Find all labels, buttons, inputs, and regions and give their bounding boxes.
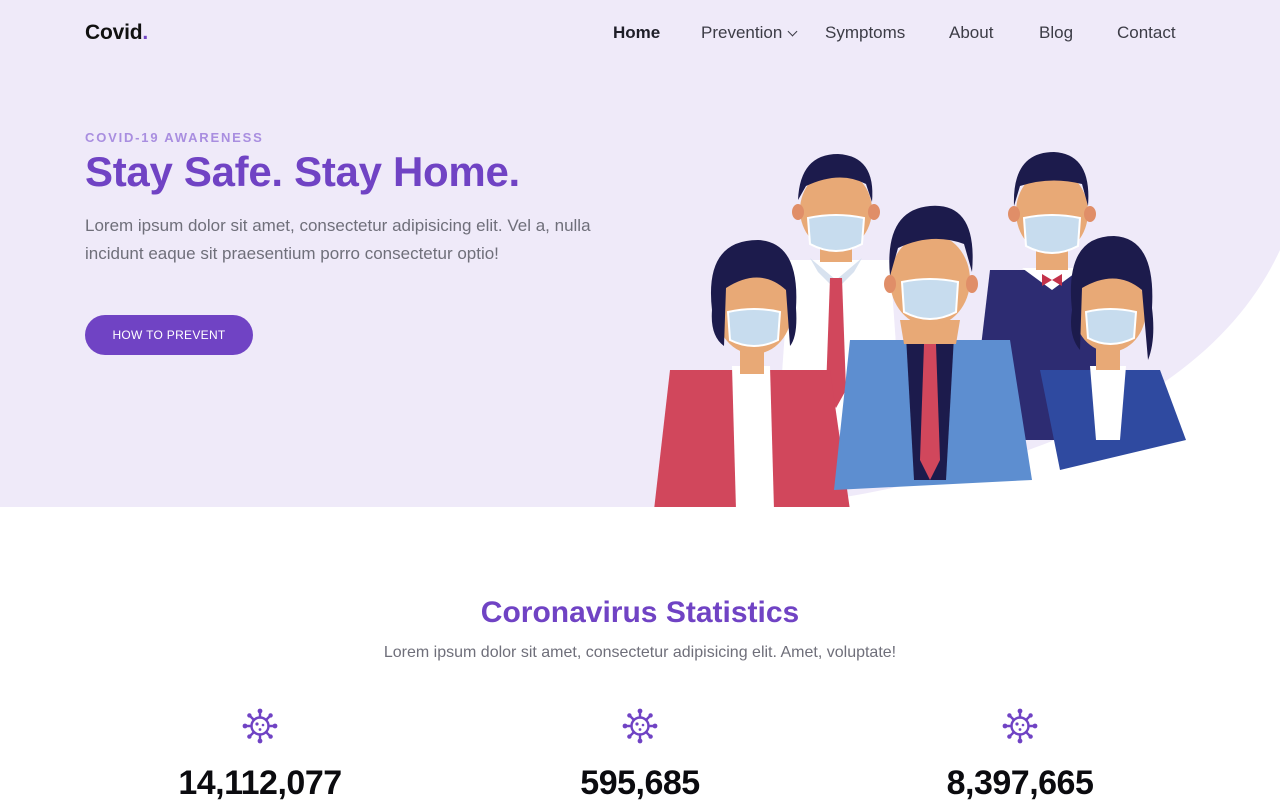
- hero-title: Stay Safe. Stay Home.: [85, 148, 520, 195]
- virus-icon: [622, 708, 658, 744]
- nav-about[interactable]: About: [949, 23, 993, 43]
- stat-card: 14,112,077: [110, 708, 410, 803]
- stat-card: 8,397,665: [870, 708, 1170, 803]
- brand-logo[interactable]: Covid.: [85, 21, 148, 45]
- virus-icon: [242, 708, 278, 744]
- person-center: [834, 205, 1032, 490]
- nav-symptoms[interactable]: Symptoms: [825, 23, 905, 43]
- hero-section: Covid. Home Prevention Symptoms About Bl…: [0, 0, 1280, 507]
- people-wearing-masks-illustration: [654, 152, 1186, 507]
- stats-title: Coronavirus Statistics: [480, 596, 800, 629]
- stat-card: 595,685: [490, 708, 790, 803]
- navbar: Covid. Home Prevention Symptoms About Bl…: [0, 0, 1280, 68]
- hero-lead: Lorem ipsum dolor sit amet, consectetur …: [85, 216, 591, 263]
- brand-name: Covid: [85, 21, 143, 44]
- nav-home[interactable]: Home: [613, 23, 660, 43]
- stats-subtitle: Lorem ipsum dolor sit amet, consectetur …: [383, 644, 897, 661]
- brand-dot: .: [142, 21, 148, 44]
- hero-eyebrow: COVID-19 AWARENESS: [85, 130, 264, 145]
- nav-blog[interactable]: Blog: [1039, 23, 1073, 43]
- chevron-down-icon: [787, 26, 798, 37]
- virus-icon: [1002, 708, 1038, 744]
- nav-prevention-label: Prevention: [701, 23, 783, 42]
- how-to-prevent-button[interactable]: HOW TO PREVENT: [85, 315, 253, 355]
- stat-value: 595,685: [580, 764, 700, 802]
- stat-value: 14,112,077: [178, 764, 342, 802]
- nav-contact[interactable]: Contact: [1117, 23, 1176, 43]
- nav-prevention[interactable]: Prevention: [701, 23, 798, 43]
- stat-value: 8,397,665: [946, 764, 1094, 802]
